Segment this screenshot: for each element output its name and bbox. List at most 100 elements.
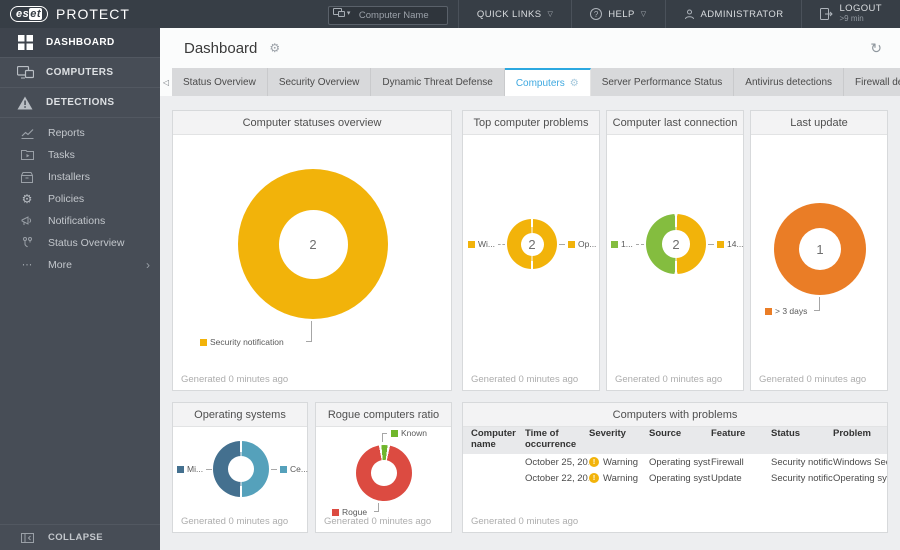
dashboard-settings-gear-icon[interactable]: ⚙: [269, 41, 280, 55]
panel-title: Computer statuses overview: [173, 111, 451, 135]
donut-chart[interactable]: [213, 441, 269, 497]
table-header: Computer name Time of occurrence Severit…: [463, 427, 887, 454]
sidebar-item-label: Tasks: [48, 149, 75, 161]
help-menu[interactable]: ? HELP ▽: [571, 0, 664, 28]
sidebar-item-label: Notifications: [48, 215, 106, 227]
legend-right: Op...: [559, 239, 596, 249]
collapse-button[interactable]: COLLAPSE: [0, 524, 160, 550]
logout-button[interactable]: LOGOUT >9 min: [801, 0, 900, 28]
col-problem: Problem: [833, 428, 872, 439]
chevron-down-icon: ▽: [640, 11, 647, 18]
legend-swatch: [717, 240, 724, 248]
product-name: PROTECT: [56, 6, 130, 22]
dashboard-grid-icon: [16, 35, 34, 50]
col-time-of-occurrence: Time of occurrence: [525, 428, 577, 450]
tab-server-performance-status[interactable]: Server Performance Status: [590, 68, 735, 96]
panel-title: Operating systems: [173, 403, 307, 427]
label-connector: [382, 433, 387, 442]
table-row[interactable]: October 25, 20... ! Warning Operating sys…: [463, 454, 887, 470]
panel-computers-with-problems: Computers with problems Computer name Ti…: [462, 402, 888, 533]
legend-left: Mi...: [177, 464, 213, 474]
generated-timestamp: Generated 0 minutes ago: [324, 516, 432, 527]
sidebar-item-tasks[interactable]: Tasks: [0, 144, 160, 166]
sidebar-item-label: DETECTIONS: [46, 97, 115, 108]
table-row[interactable]: October 22, 20... ! Warning Operating sys…: [463, 470, 887, 486]
donut-chart[interactable]: 2: [238, 169, 388, 319]
legend-3-days: > 3 days: [765, 306, 807, 316]
tab-antivirus-detections[interactable]: Antivirus detections: [734, 68, 845, 96]
legend-swatch: [568, 240, 575, 248]
user-menu[interactable]: ADMINISTRATOR: [664, 0, 802, 28]
generated-timestamp: Generated 0 minutes ago: [759, 374, 867, 385]
legend-swatch: [200, 338, 207, 346]
sidebar-item-detections[interactable]: DETECTIONS: [0, 88, 160, 118]
donut-center-value: 2: [528, 236, 536, 252]
sidebar-item-computers[interactable]: COMPUTERS: [0, 58, 160, 88]
computer-search: ▾: [327, 5, 448, 25]
sidebar-item-reports[interactable]: Reports: [0, 122, 160, 144]
donut-center-value: 2: [672, 236, 680, 252]
legend-swatch: [332, 508, 339, 516]
donut-center-value: 2: [309, 236, 317, 252]
tab-dynamic-threat-defense[interactable]: Dynamic Threat Defense: [371, 68, 505, 96]
donut-center-value: 1: [816, 241, 824, 257]
sidebar-item-more[interactable]: ⋯ More ›: [0, 254, 160, 276]
tabs-scroll-left-icon[interactable]: ◁: [160, 68, 172, 96]
collapse-icon: [18, 532, 36, 543]
donut-chart[interactable]: 2: [507, 219, 557, 269]
legend-left: Wi...: [468, 239, 505, 249]
panel-title: Computer last connection: [607, 111, 743, 135]
sidebar-item-installers[interactable]: Installers: [0, 166, 160, 188]
logo-et-text: et: [29, 8, 43, 20]
megaphone-icon: [18, 215, 36, 227]
topbar: eset PROTECT ▾ QUICK LINKS ▽ ? HELP ▽: [0, 0, 900, 28]
generated-timestamp: Generated 0 minutes ago: [181, 374, 289, 385]
legend-right: Ce...: [271, 464, 308, 474]
sidebar: DASHBOARD COMPUTERS DETECTIONS Reports T…: [0, 28, 160, 550]
panel-top-computer-problems: Top computer problems 2 Wi... Op... Gene…: [462, 110, 600, 391]
legend-swatch: [765, 307, 772, 315]
sidebar-item-policies[interactable]: ⚙ Policies: [0, 188, 160, 210]
quick-links-menu[interactable]: QUICK LINKS ▽: [457, 0, 571, 28]
logout-icon: [820, 8, 834, 20]
sidebar-item-label: Policies: [48, 193, 85, 205]
panel-last-update: Last update 1 > 3 days Generated 0 minut…: [750, 110, 888, 391]
help-icon: ?: [590, 8, 603, 20]
sidebar-item-notifications[interactable]: Notifications: [0, 210, 160, 232]
computers-icon: [16, 65, 34, 80]
sidebar-item-label: DASHBOARD: [46, 37, 115, 48]
col-feature: Feature: [711, 428, 746, 439]
generated-timestamp: Generated 0 minutes ago: [471, 516, 579, 527]
generated-timestamp: Generated 0 minutes ago: [615, 374, 723, 385]
sidebar-item-dashboard[interactable]: DASHBOARD: [0, 28, 160, 58]
dashboard-board: Computer statuses overview 2 Security no…: [160, 96, 900, 550]
help-label: HELP: [608, 8, 635, 20]
donut-chart[interactable]: [356, 445, 412, 501]
donut-chart[interactable]: 2: [646, 214, 706, 274]
refresh-icon[interactable]: ↻: [870, 40, 882, 57]
user-label: ADMINISTRATOR: [700, 8, 784, 20]
sidebar-item-label: More: [48, 259, 72, 271]
legend-right: 14...: [708, 239, 744, 249]
user-icon: [684, 9, 695, 20]
warning-triangle-icon: [16, 96, 34, 110]
tab-firewall-detections[interactable]: Firewall detections: [844, 68, 900, 96]
chevron-down-icon: ▽: [547, 11, 554, 18]
tab-security-overview[interactable]: Security Overview: [267, 68, 372, 96]
panel-operating-systems: Operating systems Mi... Ce... Generated …: [172, 402, 308, 533]
logout-timer: >9 min: [839, 13, 864, 23]
warning-icon: !: [589, 473, 599, 483]
tab-gear-icon[interactable]: ⚙: [570, 78, 579, 89]
tab-status-overview[interactable]: Status Overview: [172, 68, 268, 96]
legend-swatch: [611, 240, 618, 248]
page-title: Dashboard: [184, 39, 258, 57]
legend-swatch: [177, 465, 184, 473]
eset-logo: eset: [10, 6, 49, 22]
topbar-nav: QUICK LINKS ▽ ? HELP ▽ ADMINISTRATOR LOG…: [457, 0, 900, 28]
donut-chart[interactable]: 1: [774, 203, 866, 295]
search-type-caret-icon[interactable]: ▾: [347, 9, 351, 17]
sidebar-item-status-overview[interactable]: Status Overview: [0, 232, 160, 254]
tab-computers[interactable]: Computers ⚙: [504, 68, 591, 96]
status-overview-icon: [18, 237, 36, 249]
label-connector: [814, 297, 820, 311]
